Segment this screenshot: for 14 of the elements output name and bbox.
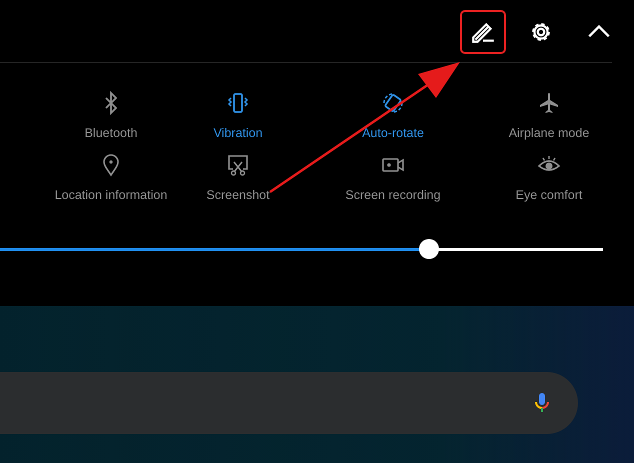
- rotate-icon: [381, 91, 405, 115]
- vibration-icon: [226, 91, 250, 115]
- quick-toggle[interactable]: Auto-rotate: [287, 91, 499, 140]
- airplane-icon: [537, 91, 561, 115]
- scissors-icon: [226, 153, 250, 177]
- quick-toggle[interactable]: Bluetooth: [33, 91, 189, 140]
- quick-toggle[interactable]: Eye comfort: [499, 153, 599, 202]
- quick-toggle[interactable]: Screenshot: [189, 153, 287, 202]
- quick-toggle[interactable]: Screen recording: [287, 153, 499, 202]
- quick-toggle[interactable]: Vibration: [189, 91, 287, 140]
- quick-toggle[interactable]: Airplane mode: [499, 91, 599, 140]
- edit-button[interactable]: [460, 10, 506, 54]
- quick-toggle[interactable]: Location information: [33, 153, 189, 202]
- slider-thumb[interactable]: [419, 239, 440, 259]
